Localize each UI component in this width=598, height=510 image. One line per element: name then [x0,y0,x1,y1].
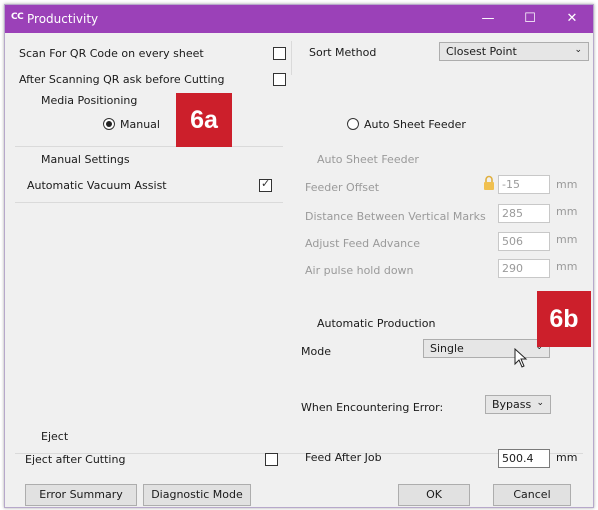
title-bar[interactable]: CC Productivity — ☐ ✕ [5,5,593,33]
media-positioning-heading: Media Positioning [41,94,138,107]
callout-badge-6a: 6a [176,93,232,147]
scan-qr-label: Scan For QR Code on every sheet [19,47,204,60]
feed-after-job-unit: mm [556,451,578,464]
vacuum-assist-label: Automatic Vacuum Assist [27,179,167,192]
air-pulse-input[interactable]: 290 [498,259,550,278]
app-icon: CC [11,12,24,22]
feeder-offset-label: Feeder Offset [305,181,380,194]
eject-after-cutting-label: Eject after Cutting [25,453,126,466]
ask-before-cutting-checkbox[interactable] [273,73,286,86]
manual-settings-heading: Manual Settings [41,153,130,166]
ask-before-cutting-label: After Scanning QR ask before Cutting [19,73,225,86]
close-button[interactable]: ✕ [551,5,593,33]
column-divider [291,41,292,75]
cancel-button[interactable]: Cancel [493,484,571,506]
distance-marks-label: Distance Between Vertical Marks [305,210,486,223]
error-handling-select[interactable]: Bypass ⌄ [485,395,551,414]
window-title: Productivity [27,12,99,26]
ok-button[interactable]: OK [398,484,470,506]
auto-sheet-feeder-radio[interactable]: Auto Sheet Feeder [347,118,466,131]
sort-method-select[interactable]: Closest Point ⌄ [439,42,589,61]
error-handling-value: Bypass [492,398,532,411]
separator-line [15,202,283,203]
diagnostic-mode-button[interactable]: Diagnostic Mode [143,484,251,506]
sort-method-label: Sort Method [309,46,377,59]
automatic-production-heading: Automatic Production [317,317,436,330]
maximize-button[interactable]: ☐ [509,5,551,33]
adjust-feed-unit: mm [556,233,578,246]
air-pulse-label: Air pulse hold down [305,264,414,277]
radio-selected-icon [103,118,115,130]
productivity-window: CC Productivity — ☐ ✕ Scan For QR Code o… [4,4,594,508]
air-pulse-unit: mm [556,260,578,273]
feeder-offset-unit: mm [556,178,578,191]
adjust-feed-input[interactable]: 506 [498,232,550,251]
eject-heading: Eject [41,430,69,443]
sort-method-value: Closest Point [446,45,517,58]
lock-icon[interactable] [483,175,495,191]
mouse-pointer-icon [514,348,528,368]
distance-marks-input[interactable]: 285 [498,204,550,223]
chevron-down-icon: ⌄ [574,45,582,55]
error-label: When Encountering Error: [301,401,444,414]
feeder-offset-input[interactable]: -15 [498,175,550,194]
scan-qr-checkbox[interactable] [273,47,286,60]
error-summary-button[interactable]: Error Summary [25,484,137,506]
auto-sheet-feeder-radio-label: Auto Sheet Feeder [364,118,466,131]
separator-line [15,146,283,147]
callout-badge-6b: 6b [537,291,591,347]
feed-after-job-label: Feed After Job [305,451,382,464]
manual-label: Manual [120,118,160,131]
mode-value: Single [430,342,464,355]
distance-marks-unit: mm [556,205,578,218]
eject-after-cutting-checkbox[interactable] [265,453,278,466]
feed-after-job-input[interactable]: 500.4 [498,449,550,468]
adjust-feed-label: Adjust Feed Advance [305,237,420,250]
manual-radio[interactable]: Manual [103,118,160,131]
radio-unselected-icon [347,118,359,130]
auto-sheet-feeder-heading: Auto Sheet Feeder [317,153,419,166]
chevron-down-icon: ⌄ [536,398,544,408]
vacuum-assist-checkbox[interactable] [259,177,272,192]
mode-select[interactable]: Single ⌄ [423,339,550,358]
mode-label: Mode [301,345,331,358]
minimize-button[interactable]: — [467,5,509,33]
